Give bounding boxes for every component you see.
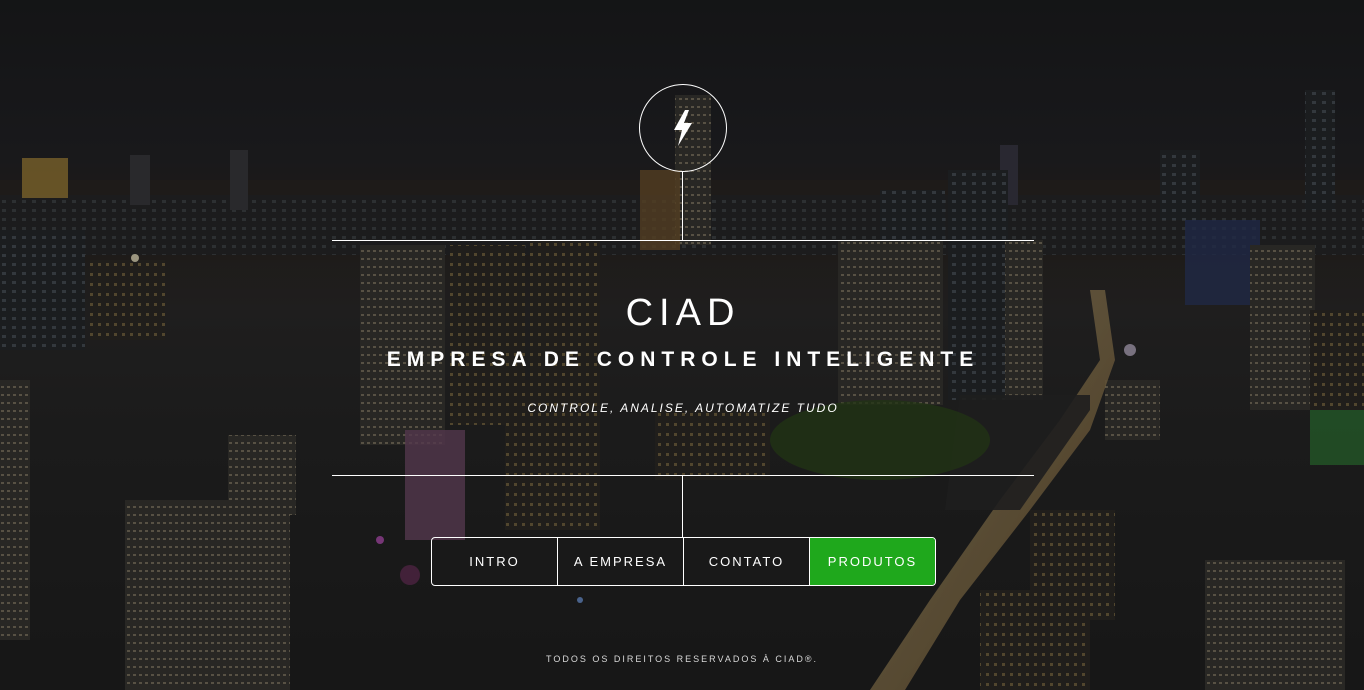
main-nav: INTRO A EMPRESA CONTATO PRODUTOS	[431, 537, 936, 586]
logo-connector-line	[682, 172, 683, 240]
tagline: CONTROLE, ANALISE, AUTOMATIZE TUDO	[527, 401, 839, 415]
page-title: CIAD	[625, 292, 741, 334]
nav-a-empresa[interactable]: A EMPRESA	[558, 538, 684, 585]
nav-produtos[interactable]: PRODUTOS	[810, 538, 935, 585]
nav-connector-line	[682, 475, 683, 537]
nav-contato[interactable]: CONTATO	[684, 538, 810, 585]
nav-intro[interactable]: INTRO	[432, 538, 558, 585]
page-subtitle: EMPRESA DE CONTROLE INTELIGENTE	[386, 348, 980, 371]
top-divider	[332, 240, 1034, 241]
lightning-bolt-icon	[674, 110, 692, 146]
bottom-divider	[332, 475, 1034, 476]
logo-circle	[639, 84, 727, 172]
footer-copyright: TODOS OS DIREITOS RESERVADOS À CIAD®.	[545, 654, 818, 664]
